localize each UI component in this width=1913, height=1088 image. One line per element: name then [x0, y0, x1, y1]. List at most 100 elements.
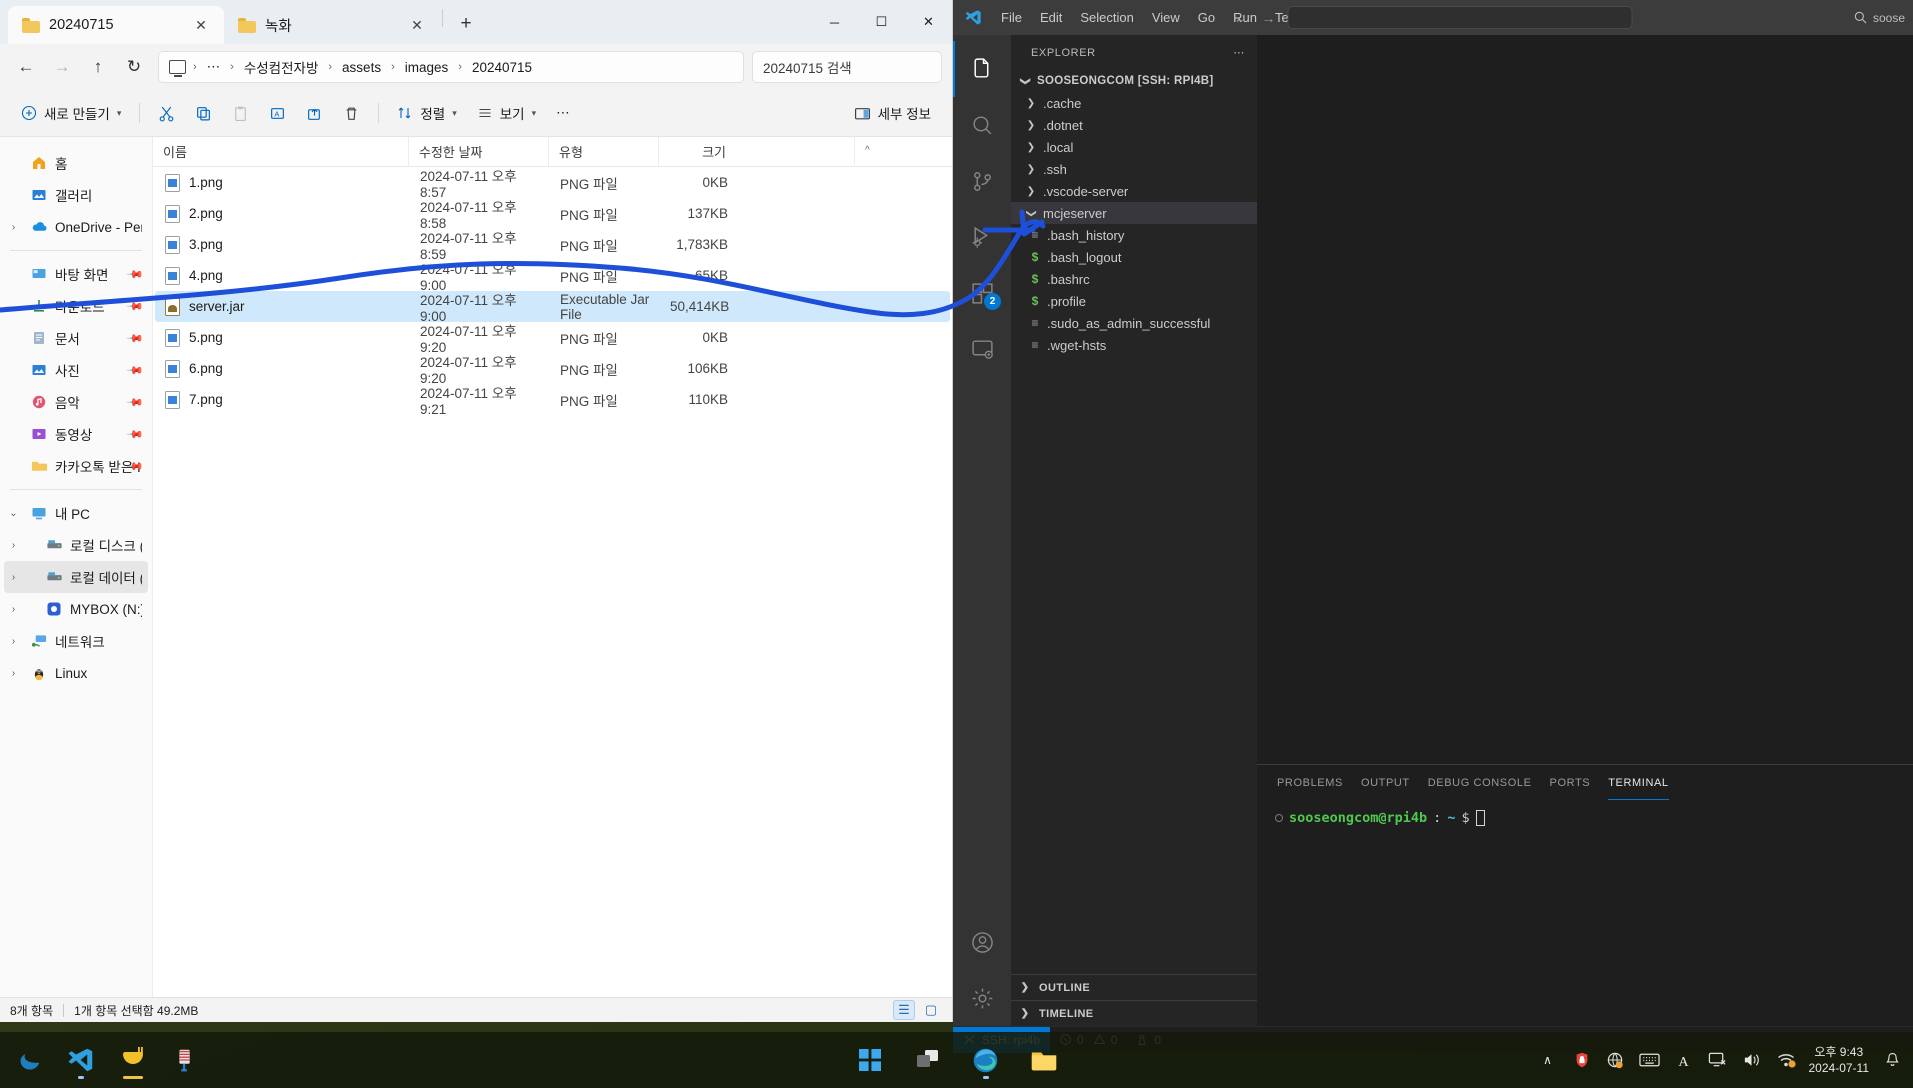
explorer-tab-1[interactable]: 20240715 ✕ [8, 6, 224, 44]
column-header-date[interactable]: 수정한 날짜 [408, 137, 548, 166]
sidebar-item-홈[interactable]: 홈 [4, 147, 148, 179]
column-header-type[interactable]: 유형 [548, 137, 658, 166]
delete-button[interactable] [334, 96, 369, 130]
forward-button[interactable]: → [46, 51, 78, 83]
menu-item-go[interactable]: Go [1190, 7, 1223, 28]
chevron-right-icon[interactable]: ❯ [1023, 164, 1039, 175]
activitybar-item-run-and-debug[interactable] [953, 209, 1011, 265]
breadcrumb-item-1[interactable]: 수성컴전자방 [238, 54, 325, 80]
activitybar-item-extensions[interactable]: 2 [953, 265, 1011, 321]
bell-icon[interactable] [1881, 1049, 1903, 1071]
new-button[interactable]: 새로 만들기 ▾ [12, 96, 130, 130]
sidebar-item-갤러리[interactable]: 갤러리 [4, 179, 148, 211]
expand-chevron-icon[interactable]: › [4, 572, 23, 583]
sidebar-section-outline[interactable]: ❯ OUTLINE [1011, 974, 1257, 1000]
sidebar-item-음악[interactable]: 음악 📌 [4, 386, 148, 418]
menu-item-file[interactable]: File [993, 7, 1030, 28]
chevron-right-icon[interactable]: ❯ [1023, 120, 1039, 131]
activitybar-item-remote-explorer[interactable] [953, 321, 1011, 377]
sidebar-item-mybox-(n:)[interactable]: › MYBOX (N:) [4, 593, 148, 625]
ime-icon[interactable]: A [1673, 1049, 1695, 1071]
tray-overflow-icon[interactable]: ∧ [1537, 1049, 1559, 1071]
close-button[interactable]: ✕ [905, 0, 952, 44]
tree-item--wget-hsts[interactable]: ≡ .wget-hsts [1011, 334, 1257, 356]
tool-app-icon[interactable] [164, 1039, 206, 1081]
back-button[interactable]: ← [10, 51, 42, 83]
menu-item-edit[interactable]: Edit [1032, 7, 1070, 28]
tree-item--profile[interactable]: $ .profile [1011, 290, 1257, 312]
details-pane-button[interactable]: 세부 정보 [845, 96, 940, 130]
terminal-output[interactable]: sooseongcom@rpi4b: ~ $ [1257, 800, 1913, 1026]
table-row[interactable]: 6.png 2024-07-11 오후 9:20 PNG 파일 106KB [155, 353, 950, 386]
maximize-button[interactable]: ☐ [858, 0, 905, 44]
edge-icon[interactable] [965, 1039, 1007, 1081]
table-row[interactable]: 7.png 2024-07-11 오후 9:21 PNG 파일 110KB [155, 384, 950, 417]
expand-chevron-icon[interactable]: ⌄ [4, 508, 23, 519]
more-options-button[interactable]: ⋯ [547, 96, 579, 130]
refresh-button[interactable]: ↻ [118, 51, 150, 83]
cut-button[interactable] [149, 96, 184, 130]
activitybar-item-accounts[interactable] [953, 914, 1011, 970]
chevron-right-icon[interactable]: ❯ [1023, 186, 1039, 197]
large-icons-view-button[interactable]: ▢ [920, 1000, 942, 1020]
tab-close-icon[interactable]: ✕ [190, 14, 212, 36]
network-tray-icon[interactable] [1605, 1049, 1627, 1071]
search-input[interactable]: 20240715 검색 [752, 51, 942, 83]
expand-chevron-icon[interactable]: › [4, 604, 23, 615]
breadcrumb-item-4[interactable]: 20240715 [466, 57, 538, 78]
keyboard-icon[interactable] [1639, 1049, 1661, 1071]
tree-root-folder[interactable]: ❯ SOOSEONGCOM [SSH: RPI4B] [1011, 70, 1257, 92]
activitybar-item-settings[interactable] [953, 970, 1011, 1026]
go-back-icon[interactable]: ← [1234, 10, 1248, 26]
shield-icon[interactable] [1571, 1049, 1593, 1071]
sort-button[interactable]: 정렬 ▾ [388, 96, 465, 130]
activitybar-item-search[interactable] [953, 97, 1011, 153]
sidebar-item-바탕-화면[interactable]: 바탕 화면 📌 [4, 258, 148, 290]
new-tab-button[interactable]: + [451, 9, 481, 39]
paste-button[interactable] [223, 96, 258, 130]
display-icon[interactable] [1707, 1049, 1729, 1071]
details-view-button[interactable]: ☰ [893, 1000, 915, 1020]
explorer-tab-2[interactable]: 녹화 ✕ [224, 6, 440, 44]
sidebar-item-네트워크[interactable]: › 네트워크 [4, 625, 148, 657]
panel-tab-debug-console[interactable]: DEBUG CONSOLE [1428, 765, 1532, 800]
panel-tab-problems[interactable]: PROBLEMS [1277, 765, 1343, 800]
table-row[interactable]: 4.png 2024-07-11 오후 9:00 PNG 파일 65KB [155, 260, 950, 293]
edge-taskbar-icon[interactable] [8, 1039, 50, 1081]
sidebar-item-사진[interactable]: 사진 📌 [4, 354, 148, 386]
breadcrumb-overflow[interactable]: ⋯ [201, 56, 227, 78]
table-row[interactable]: server.jar 2024-07-11 오후 9:00 Executable J… [155, 291, 950, 324]
menu-item-view[interactable]: View [1144, 7, 1188, 28]
empty-editor[interactable] [1257, 35, 1913, 764]
tree-item--bash-history[interactable]: ≡ .bash_history [1011, 224, 1257, 246]
sidebar-item-문서[interactable]: 문서 📌 [4, 322, 148, 354]
tree-item--sudo-as-admin-successful[interactable]: ≡ .sudo_as_admin_successful [1011, 312, 1257, 334]
chevron-right-icon[interactable]: ❯ [1023, 142, 1039, 153]
task-view-icon[interactable] [907, 1039, 949, 1081]
tab-close-icon[interactable]: ✕ [406, 14, 428, 36]
sidebar-item-내-pc[interactable]: ⌄ 내 PC [4, 497, 148, 529]
chevron-down-icon[interactable]: ❯ [1026, 205, 1037, 221]
yellow-app-icon[interactable] [112, 1039, 154, 1081]
expand-chevron-icon[interactable]: › [4, 636, 23, 647]
tree-item--vscode-server[interactable]: ❯ .vscode-server [1011, 180, 1257, 202]
copy-button[interactable] [186, 96, 221, 130]
column-header-name[interactable]: 이름 [153, 142, 408, 161]
sidebar-item-onedrive---person[interactable]: › OneDrive - Person [4, 211, 148, 243]
rename-button[interactable]: A [260, 96, 295, 130]
vscode-taskbar-icon[interactable] [60, 1039, 102, 1081]
sidebar-item-linux[interactable]: › Linux [4, 657, 148, 689]
sidebar-item-카카오톡-받은-i[interactable]: 카카오톡 받은 I 📌 [4, 450, 148, 482]
start-icon[interactable] [849, 1039, 891, 1081]
go-forward-icon[interactable]: → [1262, 10, 1276, 26]
sidebar-section-timeline[interactable]: ❯ TIMELINE [1011, 1000, 1257, 1026]
tree-item--ssh[interactable]: ❯ .ssh [1011, 158, 1257, 180]
chevron-right-icon[interactable]: ❯ [1023, 98, 1039, 109]
wifi-icon[interactable] [1775, 1049, 1797, 1071]
table-row[interactable]: 1.png 2024-07-11 오후 8:57 PNG 파일 0KB [155, 167, 950, 200]
panel-tab-ports[interactable]: PORTS [1550, 765, 1591, 800]
taskbar-clock[interactable]: 오후 9:43 2024-07-11 [1809, 1044, 1870, 1076]
activitybar-item-source-control[interactable] [953, 153, 1011, 209]
expand-chevron-icon[interactable]: › [4, 222, 23, 233]
tree-item-mcjeserver[interactable]: ❯ mcjeserver [1011, 202, 1257, 224]
